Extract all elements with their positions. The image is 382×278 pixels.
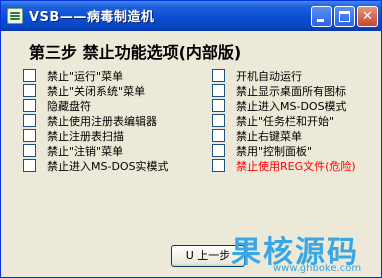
close-icon: ✕ <box>362 9 373 24</box>
watermark: 果核源码 www.ghboke.com <box>229 227 379 275</box>
checkbox[interactable] <box>212 129 225 142</box>
checkbox[interactable] <box>23 129 36 142</box>
option-label: 禁止"运行"菜单 <box>47 70 124 83</box>
option-label: 禁止"关闭系统"菜单 <box>47 85 146 98</box>
option-label: 禁止显示桌面所有图标 <box>236 85 346 98</box>
minimize-button[interactable] <box>311 6 332 27</box>
main-window: VSB——病毒制造机 ✕ 第三步 禁止功能选项(内部版) 禁止"运行"菜单 禁止… <box>0 0 382 278</box>
option-label: 禁止"任务栏和开始" <box>236 115 335 128</box>
checkbox[interactable] <box>212 159 225 172</box>
window-title: VSB——病毒制造机 <box>29 10 155 25</box>
option-label: 禁止"注销"菜单 <box>47 145 124 158</box>
app-icon <box>7 8 23 24</box>
checkbox[interactable] <box>23 114 36 127</box>
checkbox[interactable] <box>23 84 36 97</box>
option-label: 开机自动运行 <box>236 70 302 83</box>
option-label: 禁止使用注册表编辑器 <box>47 115 157 128</box>
option-label: 禁止进入MS-DOS实模式 <box>47 160 169 173</box>
title-bar[interactable]: VSB——病毒制造机 ✕ <box>1 1 381 31</box>
checkbox[interactable] <box>23 159 36 172</box>
checkbox[interactable] <box>23 99 36 112</box>
checkbox[interactable] <box>23 69 36 82</box>
option-label: 禁止右键菜单 <box>236 130 302 143</box>
option-label: 禁止注册表扫描 <box>47 130 124 143</box>
step-title: 第三步 禁止功能选项(内部版) <box>29 43 242 62</box>
checkbox[interactable] <box>23 144 36 157</box>
minimize-icon <box>317 19 324 22</box>
checkbox[interactable] <box>212 114 225 127</box>
checkbox[interactable] <box>212 69 225 82</box>
maximize-button[interactable] <box>334 6 355 27</box>
close-button[interactable]: ✕ <box>357 6 378 27</box>
maximize-icon <box>339 11 350 22</box>
option-label: 禁止进入MS-DOS模式 <box>236 100 347 113</box>
checkbox[interactable] <box>212 84 225 97</box>
checkbox[interactable] <box>212 144 225 157</box>
option-label-danger: 禁止使用REG文件(危险) <box>236 160 356 173</box>
option-label: 禁用"控制面板" <box>236 145 313 158</box>
checkbox[interactable] <box>212 99 225 112</box>
watermark-url: www.ghboke.com <box>273 263 362 274</box>
option-label: 隐藏盘符 <box>47 100 91 113</box>
